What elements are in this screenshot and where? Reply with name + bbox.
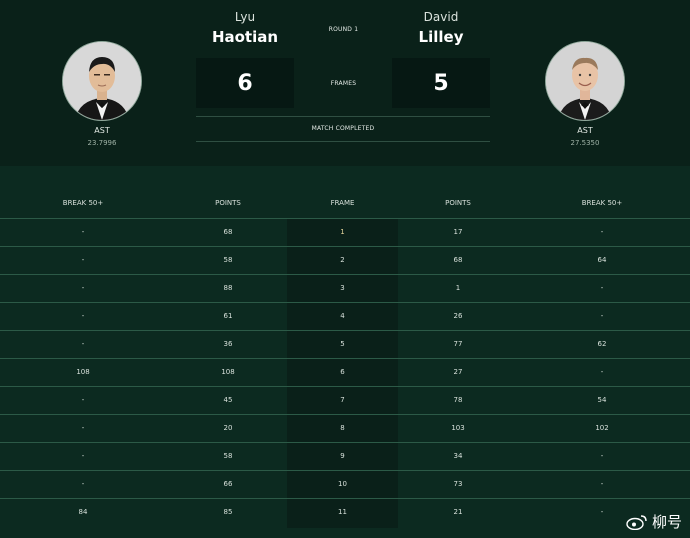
frame-number-cell: 9 [340, 452, 345, 460]
header-frame: FRAME [330, 199, 355, 207]
player2-avatar [545, 41, 625, 121]
player1-points-cell: 68 [223, 228, 233, 236]
player2-break-cell: - [600, 312, 604, 320]
divider-bottom [196, 141, 490, 142]
player2-last-name: Lilley [418, 28, 464, 46]
table-row: - 66 10 73 - [0, 470, 690, 498]
player2-ranking: 27.5350 [570, 139, 600, 147]
player1-points-cell: 85 [223, 508, 233, 516]
player2-points-cell: 78 [453, 396, 463, 404]
player1-ranking: 23.7996 [87, 139, 117, 147]
table-row: - 20 8 103 102 [0, 414, 690, 442]
player1-break-cell: - [81, 284, 85, 292]
table-row: - 36 5 77 62 [0, 330, 690, 358]
player1-break-cell: 108 [76, 368, 90, 376]
player1-score: 6 [196, 58, 294, 108]
watermark: 柳号 [626, 511, 682, 532]
player1-points-cell: 20 [223, 424, 233, 432]
player1-points-cell: 58 [223, 452, 233, 460]
header-player1-points: POINTS [215, 199, 241, 207]
match-status: MATCH COMPLETED [311, 125, 375, 132]
frame-number-cell: 2 [340, 256, 345, 264]
frame-number-cell: 10 [338, 480, 347, 488]
table-row: - 61 4 26 - [0, 302, 690, 330]
frames-label: FRAMES [330, 80, 357, 87]
player2-break-cell: - [600, 284, 604, 292]
player2-points-cell: 17 [453, 228, 463, 236]
player2-points-cell: 73 [453, 480, 463, 488]
frame-number-cell: 7 [340, 396, 345, 404]
player2-points-cell: 77 [453, 340, 463, 348]
player1-break-cell: - [81, 452, 85, 460]
player2-points-cell: 103 [451, 424, 465, 432]
player1-points-cell: 88 [223, 284, 233, 292]
frame-number-cell: 1 [340, 228, 345, 236]
frame-number-cell: 11 [338, 508, 347, 516]
table-row: 84 85 11 21- [0, 498, 690, 526]
round-label: ROUND 1 [328, 26, 359, 33]
player1-points-cell: 61 [223, 312, 233, 320]
player1-points-cell: 58 [223, 256, 233, 264]
player2-break-cell: 62 [597, 340, 607, 348]
table-row: - 45 7 78 54 [0, 386, 690, 414]
table-row: - 68 1 17 - [0, 218, 690, 246]
player1-break-cell: - [81, 256, 85, 264]
player1-break-cell: - [81, 480, 85, 488]
player1-points-cell: 108 [221, 368, 235, 376]
table-row: - 58 9 34 - [0, 442, 690, 470]
player1-break-cell: 84 [78, 508, 88, 516]
player1-points-cell: 45 [223, 396, 233, 404]
watermark-text: 柳号 [651, 513, 682, 531]
header-player2-points: POINTS [445, 199, 471, 207]
player2-break-cell: 64 [597, 256, 607, 264]
divider-top [196, 116, 490, 117]
table-row: - 88 3 1 - [0, 274, 690, 302]
player2-break-cell: - [600, 368, 604, 376]
player2-break-cell: - [600, 480, 604, 488]
player1-break-cell: - [81, 228, 85, 236]
player1-first-name: Lyu [234, 10, 256, 24]
frame-number-cell: 8 [340, 424, 345, 432]
player2-score: 5 [392, 58, 490, 108]
header-player2-break: BREAK 50+ [581, 199, 623, 207]
player2-points-cell: 68 [453, 256, 463, 264]
player2-break-cell: 102 [595, 424, 609, 432]
player2-points-cell: 21 [453, 508, 463, 516]
player2-break-cell: 54 [597, 396, 607, 404]
player1-country: AST [94, 126, 110, 135]
player1-last-name: Haotian [211, 28, 279, 46]
player2-break-cell: - [600, 452, 604, 460]
player2-points-cell: 27 [453, 368, 463, 376]
player1-break-cell: - [81, 424, 85, 432]
match-header: AST 23.7996 AST 27.5350 Lyu Haotian Davi… [0, 0, 690, 166]
table-row: 108 108 6 27 - [0, 358, 690, 386]
player2-points-cell: 34 [453, 452, 463, 460]
player1-break-cell: - [81, 312, 85, 320]
player1-break-cell: - [81, 340, 85, 348]
player2-first-name: David [423, 10, 459, 24]
table-header: BREAK 50+ POINTS FRAME POINTS BREAK 50+ [0, 190, 690, 218]
table-row: - 58 2 68 64 [0, 246, 690, 274]
weibo-icon [626, 514, 647, 530]
header-player1-break: BREAK 50+ [62, 199, 104, 207]
player1-avatar [62, 41, 142, 121]
frame-number-cell: 3 [340, 284, 345, 292]
player1-points-cell: 36 [223, 340, 233, 348]
frame-number-cell: 6 [340, 368, 345, 376]
frame-number-cell: 5 [340, 340, 345, 348]
player2-points-cell: 1 [455, 284, 461, 292]
player1-break-cell: - [81, 396, 85, 404]
player2-break-cell: - [600, 228, 604, 236]
player1-points-cell: 66 [223, 480, 233, 488]
player2-points-cell: 26 [453, 312, 463, 320]
player2-country: AST [577, 126, 593, 135]
frame-number-cell: 4 [340, 312, 345, 320]
